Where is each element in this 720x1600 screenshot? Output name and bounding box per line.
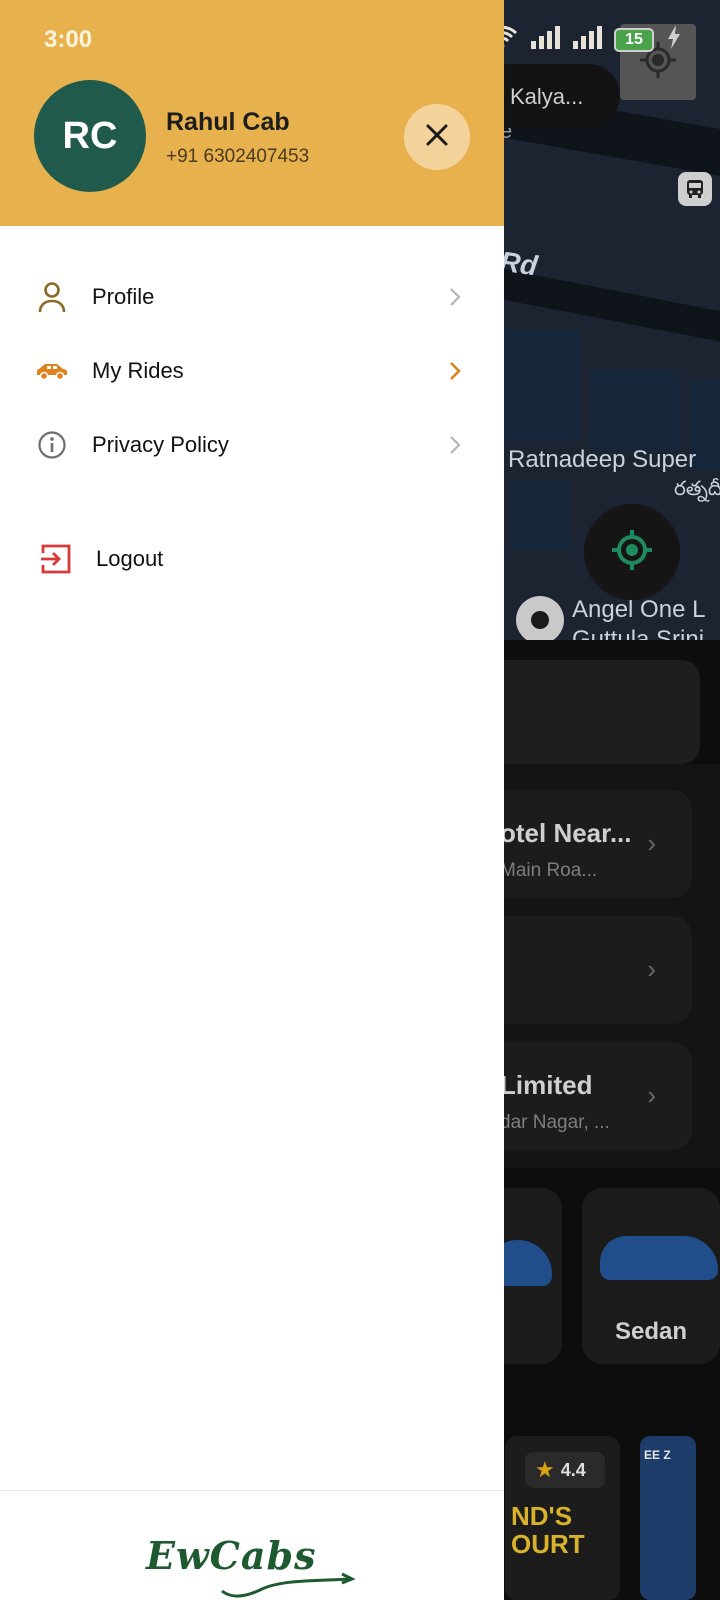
vehicle-label: Sedan [614, 1318, 688, 1345]
chevron-right-icon [446, 282, 464, 312]
promo-text: EE Z [644, 1448, 671, 1462]
user-name: Rahul Cab [166, 108, 290, 136]
drawer-header: 3:00 RC Rahul Cab +91 6302407453 [0, 0, 504, 226]
rating-value: 4.4 [560, 1459, 586, 1480]
my-location-button[interactable] [584, 504, 680, 600]
place-title: otel Near... [500, 818, 632, 848]
map-pin-icon [516, 596, 564, 640]
place-subtitle: dar Nagar, ... [500, 1112, 610, 1133]
map-label-store-telugu: రత్నదీ [674, 478, 720, 500]
info-icon [34, 427, 70, 463]
battery-indicator: 15 [614, 27, 654, 52]
map-label-poi-line2: Guttula Srini [572, 626, 705, 640]
signal-icon [530, 25, 560, 54]
destination-panel[interactable] [480, 660, 700, 764]
menu-item-my-rides[interactable]: My Rides [0, 336, 504, 406]
car-icon [34, 353, 70, 389]
map-block [510, 480, 570, 550]
sedan-image [600, 1236, 718, 1280]
logout-button[interactable]: Logout [0, 524, 504, 594]
promo-card[interactable]: ★ 4.4 ND'S OURT [505, 1436, 620, 1600]
chevron-right-icon [446, 356, 464, 386]
rating-badge: ★ 4.4 [525, 1452, 605, 1488]
map-label-road: Rd [498, 245, 540, 282]
drawer-footer: EwCabs [0, 1490, 504, 1600]
map-label-store: Ratnadeep Super [508, 446, 697, 473]
status-time: 3:00 [44, 26, 93, 53]
avatar: RC [34, 80, 146, 192]
charging-icon [666, 24, 682, 55]
menu-label-privacy-policy: Privacy Policy [92, 432, 229, 457]
place-title: Limited [500, 1070, 593, 1100]
map-block [590, 370, 680, 450]
promo-text: ND'S OURT [511, 1501, 585, 1559]
chevron-right-icon [446, 430, 464, 460]
user-phone: +91 6302407453 [166, 146, 310, 167]
menu-item-privacy-policy[interactable]: Privacy Policy [0, 410, 504, 480]
promo-card[interactable]: EE Z [640, 1436, 696, 1600]
menu-label-my-rides: My Rides [92, 358, 184, 383]
person-icon [34, 279, 70, 315]
chevron-right-icon: › [647, 954, 656, 984]
navigation-drawer: 3:00 RC Rahul Cab +91 6302407453 Profile… [0, 0, 504, 1600]
gps-icon [610, 528, 654, 577]
menu-label-profile: Profile [92, 284, 155, 309]
place-subtitle: Main Roa... [500, 860, 598, 881]
chevron-right-icon: › [647, 828, 656, 858]
bus-stop-icon [678, 172, 712, 206]
logout-icon [38, 541, 74, 577]
map-label-poi: Angel One L [572, 596, 706, 623]
brand-swoosh-icon [221, 1572, 356, 1598]
logout-label: Logout [96, 546, 164, 571]
map-block [500, 330, 580, 440]
close-drawer-button[interactable] [404, 104, 470, 170]
chevron-right-icon: › [647, 1080, 656, 1110]
menu-item-profile[interactable]: Profile [0, 262, 504, 332]
vehicle-card-sedan[interactable]: Sedan [582, 1188, 720, 1364]
star-icon: ★ [535, 1457, 555, 1482]
signal-icon [572, 25, 602, 54]
close-icon [425, 123, 449, 152]
